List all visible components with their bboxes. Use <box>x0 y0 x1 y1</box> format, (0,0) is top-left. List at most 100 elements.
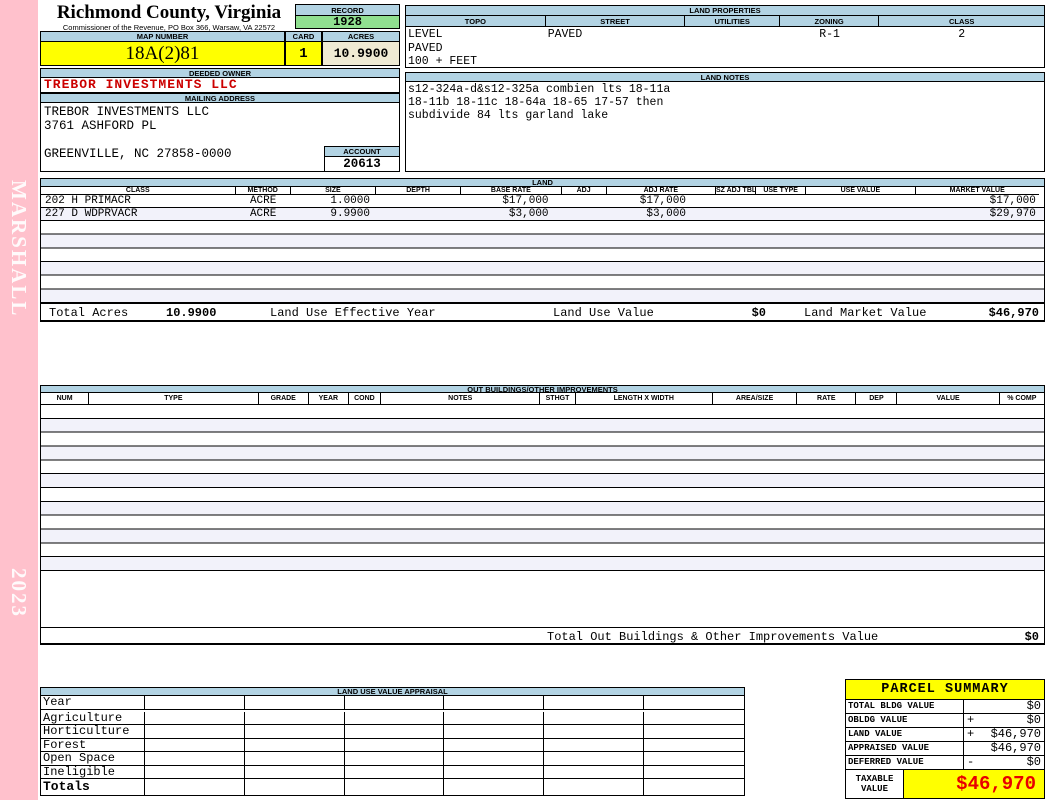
row-value: $46,970 <box>990 727 1041 741</box>
row-label: TOTAL BLDG VALUE <box>846 700 964 713</box>
lua-cell <box>145 752 245 766</box>
lua-cell <box>244 696 345 710</box>
row-value: $46,970 <box>990 741 1041 755</box>
cell-sz-adj-tbl <box>716 195 756 207</box>
parcel-summary-section: PARCEL SUMMARY TOTAL BLDG VALUE $0 OBLDG… <box>845 679 1045 799</box>
lua-cell <box>644 752 744 766</box>
summary-row: TOTAL BLDG VALUE $0 <box>846 700 1044 714</box>
lua-cell <box>344 752 445 766</box>
lua-cell <box>344 725 445 739</box>
out-buildings-title: OUT BUILDINGS/OTHER IMPROVEMENTS <box>40 385 1045 394</box>
col-street: STREET <box>545 16 686 27</box>
card-label: CARD <box>285 31 322 42</box>
ob-col-pct-comp: % COMP <box>999 393 1044 405</box>
lua-cell <box>344 739 445 752</box>
land-notes-section: LAND NOTES s12-324a-d&s12-325a combien l… <box>405 72 1045 172</box>
land-use-appraisal-title: LAND USE VALUE APPRAISAL <box>40 687 745 696</box>
parcel-summary-title: PARCEL SUMMARY <box>846 680 1044 700</box>
land-use-value-label: Land Use Value <box>553 306 654 320</box>
cell-sz-adj-tbl <box>716 208 756 220</box>
cell-adj-rate: $3,000 <box>646 208 686 220</box>
ob-col-dep: DEP <box>856 393 898 405</box>
address-line <box>44 133 399 147</box>
lua-cell <box>544 712 645 725</box>
owner-section: DEEDED OWNER TREBOR INVESTMENTS LLC MAIL… <box>40 68 400 172</box>
tax-year-watermark: 2023 <box>7 568 31 618</box>
card-block: CARD 1 <box>285 31 322 66</box>
lua-cell <box>444 739 545 752</box>
row-sign: - <box>967 755 975 769</box>
account-label: ACCOUNT <box>324 146 400 157</box>
ob-col-notes: NOTES <box>380 393 541 405</box>
row-value: $0 <box>1026 713 1041 727</box>
lua-cell <box>345 779 445 795</box>
lua-cell <box>244 725 345 739</box>
lua-label: Horticulture <box>41 725 146 739</box>
cell-size: 1.0000 <box>330 195 370 207</box>
land-col-market-value: MARKET VALUE <box>915 187 1039 195</box>
out-buildings-empty-rows <box>40 405 1045 571</box>
lua-cell <box>444 696 545 710</box>
lua-cell <box>444 752 545 766</box>
county-name: Richmond County, Virginia <box>56 2 282 23</box>
land-market-value: $46,970 <box>988 306 1039 320</box>
land-properties-columns: TOPO STREET UTILITIES ZONING CLASS <box>405 16 1045 27</box>
lua-cell <box>344 712 445 725</box>
lua-cell <box>145 766 245 779</box>
lua-cell <box>244 712 345 725</box>
land-col-use-type: USE TYPE <box>756 187 807 195</box>
address-line: 3761 ASHFORD PL <box>44 119 157 133</box>
cell-method: ACRE <box>249 195 277 207</box>
land-empty-rows <box>40 221 1045 303</box>
ob-col-value: VALUE <box>897 393 1000 405</box>
lua-cell <box>544 766 645 779</box>
lua-cell <box>644 779 744 795</box>
lua-cell <box>444 712 545 725</box>
row-sign: + <box>967 727 975 741</box>
lua-cell <box>444 725 545 739</box>
cell-market-value: $17,000 <box>989 195 1036 207</box>
mailing-address-label: MAILING ADDRESS <box>40 93 400 103</box>
map-number-label: MAP NUMBER <box>40 31 285 42</box>
col-zoning: ZONING <box>779 16 880 27</box>
property-record-card: MARSHALL 2023 Richmond County, Virginia … <box>0 0 1050 800</box>
out-buildings-header: NUM TYPE GRADE YEAR COND NOTES STHGT LEN… <box>40 393 1045 405</box>
col-class: CLASS <box>879 16 1044 27</box>
lua-cell <box>544 752 645 766</box>
land-col-class: CLASS <box>41 187 236 195</box>
cell-depth <box>376 208 461 220</box>
lua-label: Open Space <box>41 752 146 766</box>
lua-cell <box>544 739 645 752</box>
summary-row: DEFERRED VALUE - $0 <box>846 756 1044 770</box>
address-line: TREBOR INVESTMENTS LLC <box>44 105 210 119</box>
ob-col-rate: RATE <box>797 393 857 405</box>
acres-value: 10.9900 <box>322 42 400 66</box>
record-number: 1928 <box>295 16 400 29</box>
land-col-depth: DEPTH <box>375 187 462 195</box>
summary-row: OBLDG VALUE + $0 <box>846 714 1044 728</box>
record-block: RECORD 1928 <box>295 4 400 29</box>
row-label: APPRAISED VALUE <box>846 742 964 755</box>
total-acres-label: Total Acres <box>49 306 129 320</box>
lua-row-agriculture: Agriculture <box>41 712 744 725</box>
cell-class: 227 D WDPRVACR <box>45 208 138 220</box>
row-label: LAND VALUE <box>846 728 964 741</box>
summary-row: APPRAISED VALUE $46,970 <box>846 742 1044 756</box>
lua-cell <box>145 696 245 710</box>
lua-row-open-space: Open Space <box>41 752 744 766</box>
row-label: OBLDG VALUE <box>846 714 964 727</box>
cell-size: 9.9900 <box>330 208 370 220</box>
out-buildings-blank-area <box>40 571 1045 627</box>
lua-cell <box>644 766 744 779</box>
lua-cell <box>245 779 345 795</box>
map-number-block: MAP NUMBER 18A(2)81 <box>40 31 285 66</box>
lua-row-horticulture: Horticulture <box>41 725 744 739</box>
ob-col-type: TYPE <box>89 393 259 405</box>
col-utilities: UTILITIES <box>685 16 780 27</box>
lua-label: Ineligible <box>41 766 146 779</box>
cell-method: ACRE <box>249 208 277 220</box>
ob-col-area-size: AREA/SIZE <box>712 393 798 405</box>
row-value: $0 <box>1026 755 1041 769</box>
lua-cell <box>444 766 545 779</box>
cell-class: 202 H PRIMACR <box>45 195 131 207</box>
